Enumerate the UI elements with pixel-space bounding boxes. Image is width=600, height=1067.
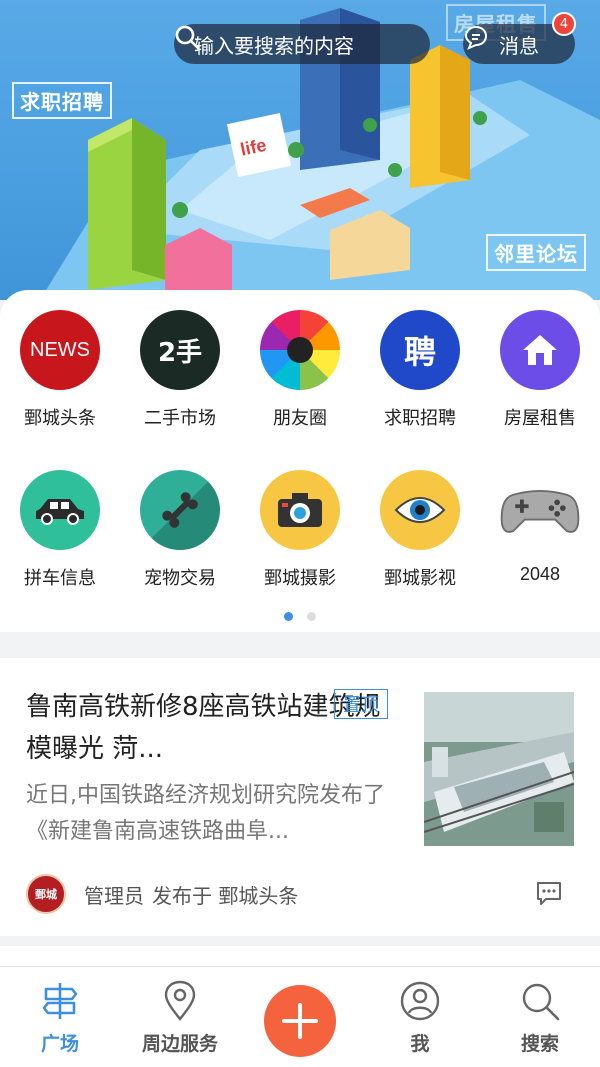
recruit-icon: 聘 bbox=[380, 310, 460, 390]
grid-item-moments[interactable]: 朋友圈 bbox=[240, 310, 360, 430]
grid-item-label: 鄄城影视 bbox=[384, 568, 456, 589]
nav-search[interactable]: 搜索 bbox=[480, 979, 600, 1056]
search-icon bbox=[522, 983, 560, 1021]
add-post-button[interactable] bbox=[264, 985, 336, 1057]
unread-badge: 4 bbox=[552, 12, 576, 36]
search-icon bbox=[175, 25, 200, 50]
grid-item-label: 鄄城摄影 bbox=[264, 568, 336, 589]
nav-nearby[interactable]: 周边服务 bbox=[120, 979, 240, 1056]
grid-item-2048[interactable]: 2048 bbox=[480, 470, 600, 585]
eye-icon bbox=[380, 470, 460, 550]
house-icon bbox=[500, 310, 580, 390]
camera-icon bbox=[260, 470, 340, 550]
banner-sign-forum: 邻里论坛 bbox=[486, 234, 586, 271]
page-indicator bbox=[0, 612, 600, 621]
car-icon bbox=[20, 470, 100, 550]
search-placeholder: 输入要搜索的内容 bbox=[194, 33, 354, 58]
avatar[interactable]: 鄄城 bbox=[26, 874, 66, 914]
plus-icon bbox=[282, 1003, 318, 1039]
aperture-icon bbox=[260, 310, 340, 390]
grid-item-label: 宠物交易 bbox=[144, 568, 216, 589]
grid-item-film[interactable]: 鄄城影视 bbox=[360, 470, 480, 590]
bottom-nav: 广场 周边服务 我 搜索 bbox=[0, 966, 600, 1067]
bone-icon bbox=[140, 470, 220, 550]
nav-plaza[interactable]: 广场 bbox=[0, 979, 120, 1056]
nav-label: 搜索 bbox=[520, 1033, 559, 1055]
grid-item-label: 2048 bbox=[519, 564, 561, 584]
grid-item-recruit[interactable]: 聘 求职招聘 bbox=[360, 310, 480, 430]
second-hand-icon: 2手 bbox=[140, 310, 220, 390]
author-name: 管理员 bbox=[84, 883, 144, 908]
gamepad-icon bbox=[500, 470, 580, 550]
grid-item-news[interactable]: NEWS 鄄城头条 bbox=[0, 310, 120, 430]
nav-label: 广场 bbox=[40, 1033, 79, 1055]
station-image bbox=[424, 692, 574, 846]
search-bar[interactable]: 输入要搜索的内容 bbox=[174, 24, 430, 64]
plaza-icon bbox=[42, 983, 78, 1019]
grid-item-pets[interactable]: 宠物交易 bbox=[120, 470, 240, 590]
news-card[interactable]: 鲁南高铁新修8座高铁站建筑规模曝光 菏... 置顶 近日,中国铁路经济规划研究院… bbox=[0, 658, 600, 936]
nav-label: 周边服务 bbox=[141, 1033, 218, 1055]
nav-label: 我 bbox=[410, 1033, 430, 1055]
grid-item-carpool[interactable]: 拼车信息 bbox=[0, 470, 120, 590]
grid-item-label: 二手市场 bbox=[144, 408, 216, 429]
grid-item-label: 朋友圈 bbox=[273, 408, 327, 429]
comment-icon[interactable] bbox=[534, 878, 564, 908]
user-icon bbox=[400, 981, 440, 1021]
author-info: 管理员 发布于 鄄城头条 bbox=[84, 880, 298, 909]
published-in: 发布于 鄄城头条 bbox=[152, 883, 299, 908]
grid-item-label: 求职招聘 bbox=[384, 408, 456, 429]
grid-item-label: 拼车信息 bbox=[24, 568, 96, 589]
page-dot bbox=[307, 612, 316, 621]
grid-item-housing[interactable]: 房屋租售 bbox=[480, 310, 600, 430]
news-summary: 近日,中国铁路经济规划研究院发布了《新建鲁南高速铁路曲阜... bbox=[26, 783, 385, 844]
grid-item-label: 鄄城头条 bbox=[24, 408, 96, 429]
banner-sign-jobs: 求职招聘 bbox=[12, 82, 112, 119]
page-dot bbox=[284, 612, 293, 621]
grid-item-photography[interactable]: 鄄城摄影 bbox=[240, 470, 360, 590]
nav-me[interactable]: 我 bbox=[360, 979, 480, 1056]
message-icon bbox=[464, 25, 488, 50]
news-thumbnail[interactable] bbox=[424, 692, 574, 846]
messages-label: 消息 bbox=[499, 33, 539, 58]
grid-item-second-hand[interactable]: 2手 二手市场 bbox=[120, 310, 240, 430]
pinned-tag: 置顶 bbox=[334, 689, 388, 719]
news-icon: NEWS bbox=[20, 310, 100, 390]
author-row: 鄄城 管理员 发布于 鄄城头条 bbox=[26, 872, 574, 916]
location-pin-icon bbox=[164, 980, 196, 1021]
hero-banner[interactable]: life 求职招聘 房屋租售 邻里论坛 输入要搜索的内容 消息 4 bbox=[0, 0, 600, 300]
grid-item-label: 房屋租售 bbox=[504, 408, 576, 429]
